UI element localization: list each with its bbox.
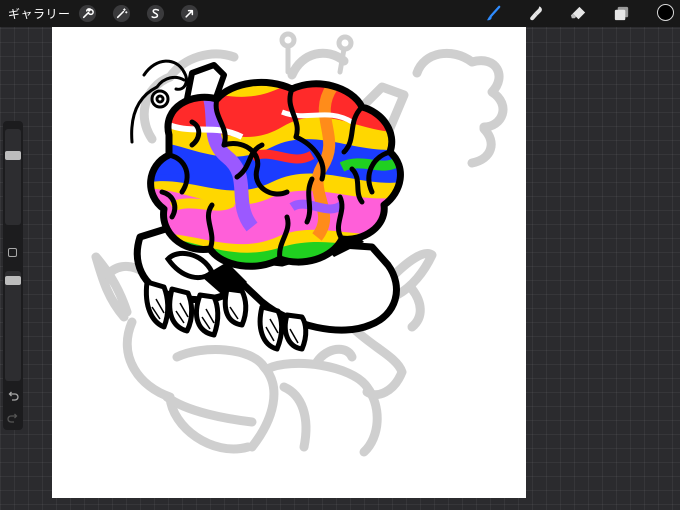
actions-button[interactable]	[78, 4, 97, 23]
eraser-button[interactable]	[569, 4, 588, 23]
opacity-thumb[interactable]	[5, 276, 21, 285]
drawing-canvas[interactable]	[52, 27, 526, 498]
undo-button[interactable]	[6, 389, 20, 403]
redo-icon	[7, 413, 18, 423]
redo-button[interactable]	[6, 411, 20, 425]
transform-arrow-icon	[180, 4, 199, 23]
layers-button[interactable]	[612, 4, 631, 23]
layers-icon	[614, 6, 629, 21]
magic-wand-icon	[112, 4, 131, 23]
top-toolbar: ギャラリー	[0, 0, 680, 27]
left-sidebar	[3, 121, 23, 430]
eraser-icon	[570, 6, 586, 20]
selection-button[interactable]	[146, 4, 165, 23]
smudge-icon	[530, 6, 542, 21]
wrench-icon	[78, 4, 97, 23]
adjustments-button[interactable]	[112, 4, 131, 23]
undo-icon	[8, 391, 19, 401]
smudge-button[interactable]	[527, 4, 546, 23]
artwork	[91, 31, 508, 457]
brush-size-thumb[interactable]	[5, 151, 21, 160]
brush-button[interactable]	[484, 4, 503, 23]
brush-icon	[486, 5, 501, 21]
gallery-button[interactable]: ギャラリー	[8, 5, 71, 22]
color-picker-button[interactable]	[657, 4, 674, 21]
brush-size-slider[interactable]	[5, 129, 21, 225]
selection-s-icon	[146, 4, 165, 23]
modify-button[interactable]	[8, 248, 17, 257]
transform-button[interactable]	[180, 4, 199, 23]
opacity-slider[interactable]	[5, 271, 21, 381]
